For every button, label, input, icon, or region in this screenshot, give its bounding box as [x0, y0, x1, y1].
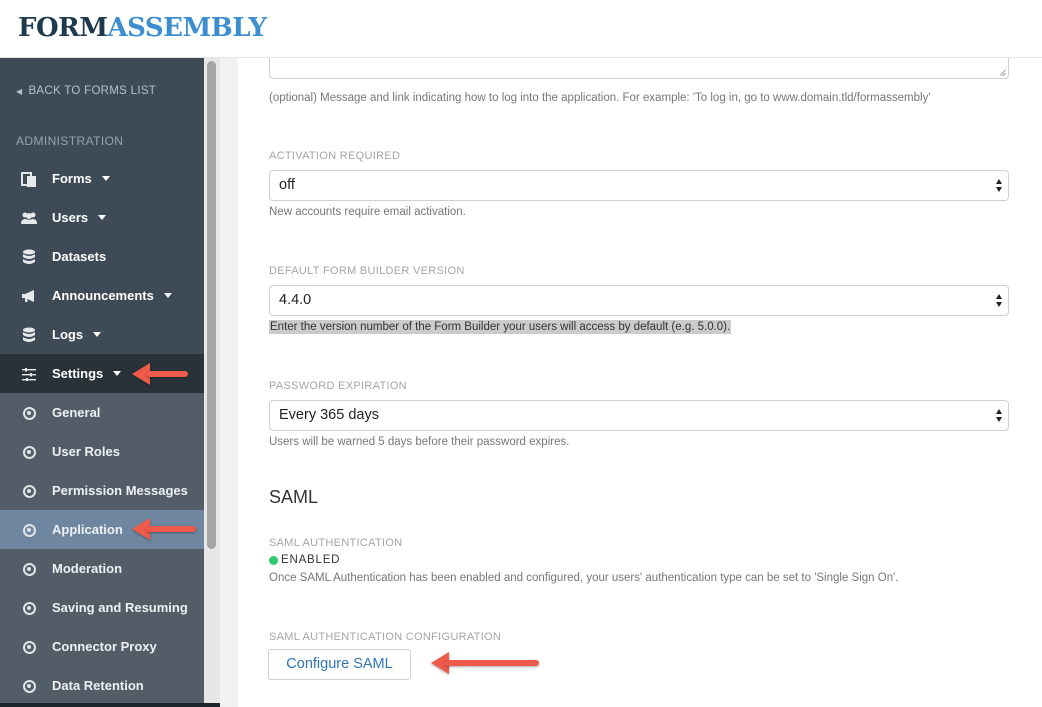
database-icon — [20, 248, 38, 266]
sidebar-bottom-edge — [0, 703, 220, 707]
sidebar-item-forms[interactable]: Forms — [0, 159, 204, 198]
login-message-help: (optional) Message and link indicating h… — [269, 92, 931, 104]
saml-authentication-label: SAML AUTHENTICATION — [269, 537, 403, 549]
chevron-down-icon — [98, 215, 107, 221]
sidebar-item-label: Users — [52, 210, 107, 225]
activation-required-value: off — [279, 177, 295, 193]
sidebar-item-datasets[interactable]: Datasets — [0, 237, 204, 276]
builder-version-select[interactable]: 4.4.0 — [269, 285, 1009, 316]
radio-icon — [22, 445, 36, 459]
resize-handle-icon[interactable] — [998, 68, 1006, 76]
sidebar-subitem-label: Data Retention — [52, 678, 144, 693]
arrow-shaft — [146, 526, 196, 532]
activation-required-label: ACTIVATION REQUIRED — [269, 150, 401, 162]
arrow-shaft — [146, 371, 188, 377]
builder-version-label: DEFAULT FORM BUILDER VERSION — [269, 265, 465, 277]
database-icon — [20, 326, 38, 344]
sidebar-item-label: Announcements — [52, 288, 172, 303]
back-link-label: BACK TO FORMS LIST — [28, 85, 157, 97]
annotation-arrow-configure-saml — [431, 652, 539, 674]
sidebar-subitem-label: General — [52, 405, 101, 420]
login-message-textarea[interactable] — [269, 58, 1009, 79]
chevron-down-icon — [163, 293, 172, 299]
radio-icon-wrapper — [20, 443, 38, 461]
radio-icon-wrapper — [20, 677, 38, 695]
activation-required-help: New accounts require email activation. — [269, 206, 466, 218]
password-expiration-label: PASSWORD EXPIRATION — [269, 380, 407, 392]
sidebar-item-label: Logs — [52, 327, 102, 342]
radio-icon — [22, 562, 36, 576]
annotation-arrow-application — [132, 518, 196, 540]
saml-section-heading: SAML — [269, 487, 319, 507]
radio-icon — [22, 406, 36, 420]
sidebar-item-logs[interactable]: Logs — [0, 315, 204, 354]
users-icon — [20, 209, 38, 227]
sidebar-subitem-label: Saving and Resuming — [52, 600, 188, 615]
sidebar-subitem-label: Moderation — [52, 561, 123, 576]
saml-authentication-help: Once SAML Authentication has been enable… — [269, 572, 899, 584]
sidebar-subitem-saving-and-resuming[interactable]: Saving and Resuming — [0, 588, 204, 627]
radio-icon — [22, 640, 36, 654]
sidebar-subitem-moderation[interactable]: Moderation — [0, 549, 204, 588]
saml-configuration-label: SAML AUTHENTICATION CONFIGURATION — [269, 631, 502, 643]
sidebar-subitem-data-retention[interactable]: Data Retention — [0, 666, 204, 705]
sidebar-subitem-connector-proxy[interactable]: Connector Proxy — [0, 627, 204, 666]
sliders-icon — [20, 365, 38, 383]
forms-icon — [20, 170, 38, 188]
arrow-shaft — [445, 660, 539, 666]
logo-text-form: FORM — [18, 13, 108, 43]
configure-saml-button[interactable]: Configure SAML — [268, 649, 411, 680]
radio-icon-wrapper — [20, 521, 38, 539]
builder-version-help: Enter the version number of the Form Bui… — [269, 320, 732, 334]
logo-text-assembly: ASSEMBLY — [107, 13, 267, 43]
status-dot-icon — [269, 555, 278, 565]
caret-left-icon: ◀ — [16, 86, 23, 96]
select-arrows-icon — [996, 294, 1003, 308]
radio-icon — [22, 601, 36, 615]
radio-icon — [22, 484, 36, 498]
sidebar-subitem-label: Application — [52, 522, 123, 537]
builder-version-value: 4.4.0 — [279, 292, 312, 308]
radio-icon-wrapper — [20, 404, 38, 422]
radio-icon-wrapper — [20, 638, 38, 656]
select-arrows-icon — [996, 179, 1003, 193]
megaphone-icon — [20, 287, 38, 305]
sidebar-subitem-general[interactable]: General — [0, 393, 204, 432]
radio-icon-wrapper — [20, 599, 38, 617]
sidebar-item-announcements[interactable]: Announcements — [0, 276, 204, 315]
section-title-administration: ADMINISTRATION — [16, 134, 124, 148]
sidebar-item-label: Datasets — [52, 249, 107, 264]
sidebar-subitem-label: Connector Proxy — [52, 639, 157, 654]
saml-status-text: ENABLED — [281, 554, 341, 566]
sidebar-item-label: Forms — [52, 171, 110, 186]
sidebar-item-label: Settings — [52, 366, 122, 381]
back-to-forms-link[interactable]: ◀ BACK TO FORMS LIST — [16, 85, 156, 97]
radio-icon-wrapper — [20, 482, 38, 500]
chevron-down-icon — [93, 332, 102, 338]
select-arrows-icon — [996, 409, 1003, 423]
saml-status-badge: ENABLED — [269, 554, 340, 566]
sidebar-scrollbar-thumb[interactable] — [207, 61, 216, 549]
sidebar-subitem-permission-messages[interactable]: Permission Messages — [0, 471, 204, 510]
radio-icon-wrapper — [20, 560, 38, 578]
sidebar-subitem-user-roles[interactable]: User Roles — [0, 432, 204, 471]
annotation-arrow-settings — [132, 363, 188, 385]
app-header: FORMASSEMBLY — [0, 0, 1042, 58]
activation-required-select[interactable]: off — [269, 170, 1009, 201]
password-expiration-value: Every 365 days — [279, 407, 379, 423]
sidebar-item-users[interactable]: Users — [0, 198, 204, 237]
sidebar-subitem-label: Permission Messages — [52, 483, 188, 498]
chevron-down-icon — [113, 371, 122, 377]
radio-icon — [22, 679, 36, 693]
formassembly-logo[interactable]: FORMASSEMBLY — [18, 13, 267, 43]
password-expiration-help: Users will be warned 5 days before their… — [269, 436, 570, 448]
sidebar-subitem-label: User Roles — [52, 444, 120, 459]
password-expiration-select[interactable]: Every 365 days — [269, 400, 1009, 431]
radio-icon — [22, 523, 36, 537]
chevron-down-icon — [101, 176, 110, 182]
